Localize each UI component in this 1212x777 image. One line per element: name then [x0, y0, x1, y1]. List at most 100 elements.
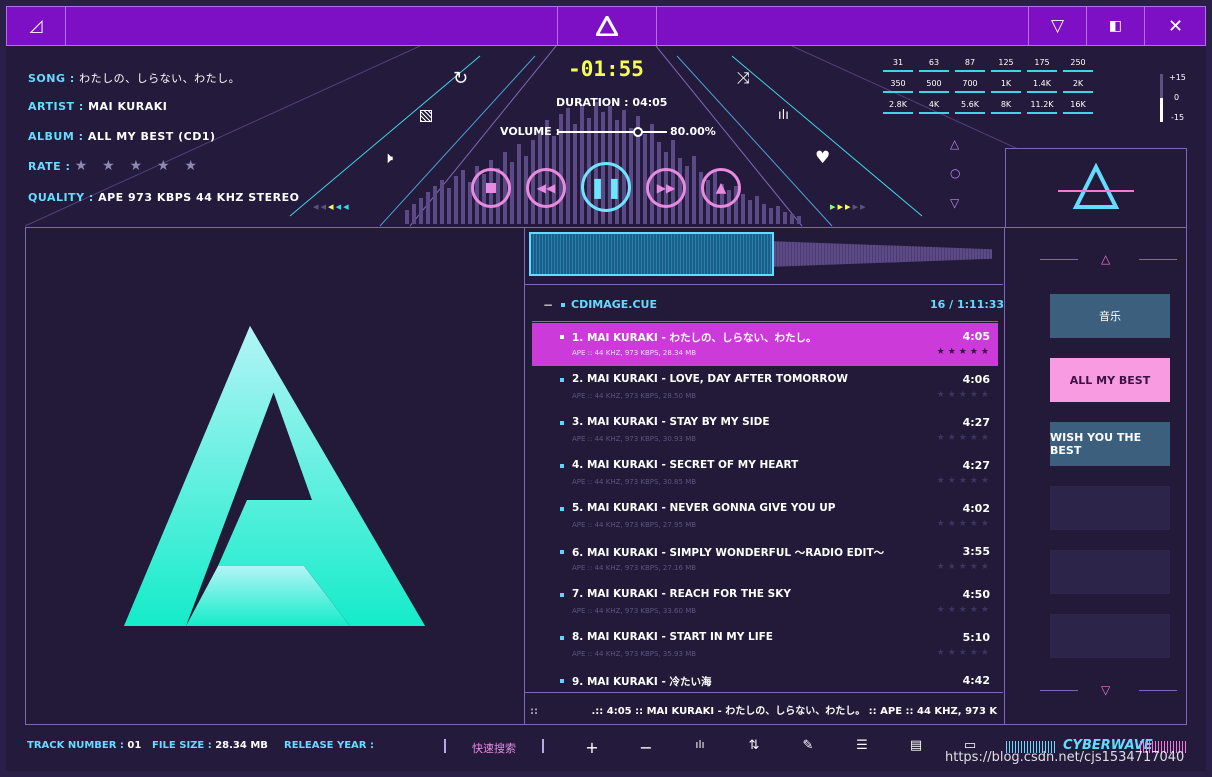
eq-band-label: 31 — [892, 58, 904, 67]
edit-icon[interactable]: ✎ — [796, 738, 820, 758]
rate-info: RATE : ★ ★ ★ ★ ★ — [28, 158, 202, 174]
eq-band-slider[interactable] — [991, 112, 1021, 114]
bullet-icon — [560, 679, 564, 683]
track-rating[interactable]: ★★★★★ — [937, 390, 992, 400]
equalizer[interactable]: 31 63 87 125 175 250 350 500 700 1K 1.4K 2K 2.8K 4K 5.… — [880, 58, 1140, 123]
list-icon[interactable]: ☰ — [850, 738, 874, 758]
close-icon[interactable]: ✕ — [1144, 7, 1206, 45]
eq-band-slider[interactable] — [883, 70, 913, 72]
eq-band-slider[interactable] — [955, 91, 985, 93]
track-title: 3. MAI KURAKI - STAY BY MY SIDE — [572, 416, 770, 428]
eq-band-slider[interactable] — [919, 112, 949, 114]
track-row[interactable]: 1. MAI KURAKI - わたしの、しらない、わたし。 APE :: 44 … — [532, 323, 998, 366]
track-row[interactable]: 5. MAI KURAKI - NEVER GONNA GIVE YOU UP A… — [532, 495, 998, 538]
track-rating[interactable]: ★★★★★ — [937, 562, 992, 572]
nav-triangle-icon[interactable]: △ — [950, 137, 959, 151]
eq-band-slider[interactable] — [919, 91, 949, 93]
track-rating[interactable]: ★★★★★ — [937, 476, 992, 486]
track-row[interactable]: 2. MAI KURAKI - LOVE, DAY AFTER TOMORROW… — [532, 366, 998, 409]
now-playing-marquee: :: .:: 4:05 :: MAI KURAKI - わたしの、しらない、わた… — [530, 702, 998, 717]
eq-band-slider[interactable] — [1027, 70, 1057, 72]
logo-icon[interactable] — [557, 7, 657, 45]
sidebar-down-icon[interactable]: ▽ — [1101, 683, 1110, 697]
quick-search-input[interactable]: 快速搜索 — [472, 740, 516, 756]
track-rating[interactable]: ★★★★★ — [937, 648, 992, 658]
eq-band-slider[interactable] — [991, 91, 1021, 93]
collapse-icon[interactable]: − — [543, 298, 553, 312]
eq-band-label: 5.6K — [961, 100, 979, 109]
sidebar-item-all-my-best[interactable]: ALL MY BEST — [1050, 358, 1170, 402]
bullet-icon — [560, 636, 564, 640]
bullet-icon — [560, 421, 564, 425]
album-label: ALBUM : — [28, 130, 84, 143]
eq-band-slider[interactable] — [1063, 91, 1093, 93]
eq-band-slider[interactable] — [1063, 70, 1093, 72]
eq-band-slider[interactable] — [991, 70, 1021, 72]
rewind-button[interactable]: ◀◀ — [526, 168, 566, 208]
track-row[interactable]: 8. MAI KURAKI - START IN MY LIFE APE :: 4… — [532, 624, 998, 667]
nav-down-triangle-icon[interactable]: ▽ — [950, 196, 959, 210]
volume-label: VOLUME : — [500, 125, 560, 138]
remove-icon[interactable]: − — [634, 738, 658, 758]
volume-knob[interactable] — [633, 127, 643, 137]
playlist-name[interactable]: CDIMAGE.CUE — [571, 298, 657, 311]
stop-button[interactable] — [471, 168, 511, 208]
track-row[interactable]: 6. MAI KURAKI - SIMPLY WONDERFUL ～RADIO … — [532, 538, 998, 581]
pause-button[interactable]: ❚❚ — [581, 162, 631, 212]
eq-band-slider[interactable] — [1027, 91, 1057, 93]
preamp-slider[interactable] — [1160, 74, 1163, 122]
track-rating[interactable]: ★★★★★ — [937, 347, 992, 357]
sidebar-empty-slot[interactable] — [1050, 614, 1170, 658]
track-row[interactable]: 7. MAI KURAKI - REACH FOR THE SKY APE :: … — [532, 581, 998, 624]
sidebar-item-wish-you-the-best[interactable]: WISH YOU THE BEST — [1050, 422, 1170, 466]
eq-band-slider[interactable] — [1063, 112, 1093, 114]
track-rating[interactable]: ★★★★★ — [937, 519, 992, 529]
track-meta: APE :: 44 KHZ, 973 KBPS, 27.95 MB — [572, 521, 697, 529]
track-rating[interactable]: ★★★★★ — [937, 605, 992, 615]
sidebar-item-music[interactable]: 音乐 — [1050, 294, 1170, 338]
menu-triangle-icon[interactable]: ◿ — [7, 7, 66, 45]
track-row[interactable]: 4. MAI KURAKI - SECRET OF MY HEART APE ::… — [532, 452, 998, 495]
track-row[interactable]: 3. MAI KURAKI - STAY BY MY SIDE APE :: 44… — [532, 409, 998, 452]
track-title: 4. MAI KURAKI - SECRET OF MY HEART — [572, 459, 799, 471]
sort-icon[interactable]: ılı — [688, 738, 712, 758]
eject-button[interactable]: ▲ — [701, 168, 741, 208]
time-remaining[interactable]: -01:55 — [556, 57, 656, 81]
eq-band-slider[interactable] — [883, 112, 913, 114]
waveform-seekbar[interactable] — [529, 232, 992, 276]
eq-band-slider[interactable] — [919, 70, 949, 72]
eq-band-label: 87 — [964, 58, 976, 67]
pause-icon: ❚❚ — [589, 175, 623, 199]
stop-icon — [486, 183, 496, 193]
nav-circle-icon[interactable]: ○ — [950, 166, 960, 180]
eq-band-label: 8K — [1000, 100, 1012, 109]
swap-icon[interactable]: ⇅ — [742, 738, 766, 758]
rating-stars[interactable]: ★ ★ ★ ★ ★ — [75, 158, 202, 174]
sidebar-up-icon[interactable]: △ — [1101, 252, 1110, 266]
repeat-icon[interactable]: ↻ — [453, 68, 468, 89]
minimize-window-icon[interactable]: ◧ — [1086, 7, 1144, 45]
watermark: https://blog.csdn.net/cjs1534717040 — [945, 750, 1185, 765]
eq-band-slider[interactable] — [955, 70, 985, 72]
mute-icon[interactable]: 🕨 — [383, 148, 393, 168]
track-title: 9. MAI KURAKI - 冷たい海 — [572, 676, 712, 688]
file-icon[interactable]: ▤ — [904, 738, 928, 758]
visualizer-icon[interactable]: ılı — [778, 108, 789, 123]
volume-slider[interactable] — [557, 127, 667, 137]
fast-forward-button[interactable]: ▶▶ — [646, 168, 686, 208]
add-icon[interactable]: + — [580, 738, 604, 758]
track-rating[interactable]: ★★★★★ — [937, 433, 992, 443]
heart-icon[interactable]: ♥ — [815, 148, 830, 168]
pattern-icon[interactable] — [420, 110, 432, 122]
track-duration: 4:42 — [962, 674, 990, 687]
sidebar-empty-slot[interactable] — [1050, 486, 1170, 530]
dropdown-icon[interactable]: ▽ — [1028, 7, 1086, 45]
sidebar-empty-slot[interactable] — [1050, 550, 1170, 594]
divider — [444, 739, 446, 753]
eq-band-slider[interactable] — [883, 91, 913, 93]
shuffle-icon[interactable]: ⤨ — [737, 68, 750, 88]
eq-band-slider[interactable] — [1027, 112, 1057, 114]
eq-band-slider[interactable] — [955, 112, 985, 114]
bullet-icon — [560, 378, 564, 382]
track-duration: 4:05 — [962, 330, 990, 343]
